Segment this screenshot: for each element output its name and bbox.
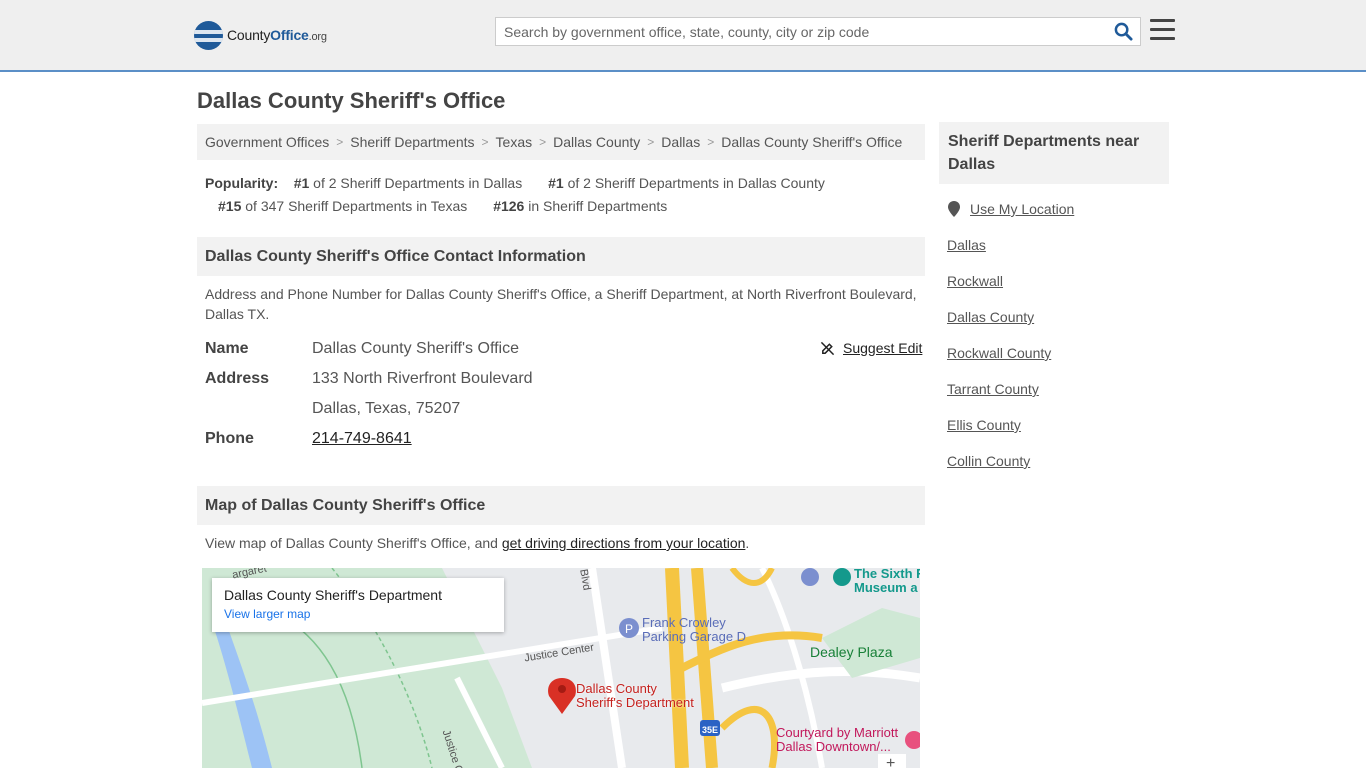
popularity-block: Popularity: #1 of 2 Sheriff Departments … — [205, 172, 925, 218]
map-poi-label: Dealey Plaza — [810, 644, 893, 660]
map-info-card: Dallas County Sheriff's Department View … — [212, 578, 504, 632]
breadcrumb-dallas[interactable]: Dallas — [661, 134, 700, 150]
map-section-heading: Map of Dallas County Sheriff's Office — [197, 486, 925, 525]
sidebar-link-dallas-county[interactable]: Dallas County — [947, 309, 1034, 325]
popularity-item: #126 in Sheriff Departments — [493, 198, 668, 214]
sidebar-heading: Sheriff Departments near Dallas — [939, 122, 1169, 184]
map-description: View map of Dallas County Sheriff's Offi… — [205, 535, 750, 551]
embedded-map[interactable]: P + Dallas County Sheriff's Department V… — [202, 568, 920, 768]
name-value: Dallas County Sheriff's Office — [312, 340, 519, 357]
use-my-location-button[interactable]: Use My Location — [948, 201, 1074, 217]
map-card-title: Dallas County Sheriff's Department — [224, 587, 442, 603]
map-poi-label: Courtyard by Marriott Dallas Downtown/..… — [776, 725, 899, 754]
sidebar-link-rockwall-county[interactable]: Rockwall County — [947, 345, 1051, 361]
search-input[interactable] — [496, 18, 1106, 45]
use-my-location-label: Use My Location — [970, 201, 1075, 217]
breadcrumb-texas[interactable]: Texas — [496, 134, 533, 150]
map-pin-label: Dallas County Sheriff's Department — [576, 681, 694, 710]
top-header: CountyOffice.org — [0, 0, 1366, 72]
logo-emblem-icon — [194, 20, 223, 50]
site-logo[interactable]: CountyOffice.org — [194, 20, 327, 50]
logo-text: CountyOffice.org — [227, 27, 327, 43]
search-button[interactable] — [1106, 18, 1140, 45]
edit-off-icon — [820, 341, 835, 355]
svg-text:+: + — [886, 755, 895, 768]
search-bar — [495, 17, 1141, 46]
sidebar-link-ellis-county[interactable]: Ellis County — [947, 417, 1021, 433]
breadcrumb-separator-icon: > — [647, 135, 655, 149]
contact-section-heading: Dallas County Sheriff's Office Contact I… — [197, 237, 925, 276]
breadcrumb-separator-icon: > — [539, 135, 547, 149]
map-poi-label: Frank Crowley Parking Garage D — [642, 615, 747, 644]
breadcrumb-separator-icon: > — [481, 135, 489, 149]
popularity-item: #1 of 2 Sheriff Departments in Dallas — [293, 175, 523, 191]
address-line-2: Dallas, Texas, 75207 — [312, 400, 461, 417]
address-line-1: 133 North Riverfront Boulevard — [312, 370, 533, 387]
suggest-edit-label: Suggest Edit — [843, 340, 923, 356]
breadcrumb-separator-icon: > — [707, 135, 715, 149]
breadcrumb-sheriff-departments[interactable]: Sheriff Departments — [350, 134, 474, 150]
view-larger-map-link[interactable]: View larger map — [224, 607, 492, 621]
phone-link[interactable]: 214-749-8641 — [312, 430, 412, 448]
breadcrumb-separator-icon: > — [336, 135, 344, 149]
search-icon — [1114, 22, 1133, 41]
breadcrumb-current: Dallas County Sheriff's Office — [721, 134, 903, 150]
breadcrumb-government-offices[interactable]: Government Offices — [205, 134, 329, 150]
map-highway-shield: 35E — [702, 725, 719, 735]
popularity-item: #15 of 347 Sheriff Departments in Texas — [218, 198, 468, 214]
svg-text:P: P — [625, 622, 633, 636]
name-label: Name — [205, 340, 249, 357]
location-pin-icon — [948, 201, 960, 217]
sidebar-link-dallas[interactable]: Dallas — [947, 237, 986, 253]
page-title: Dallas County Sheriff's Office — [197, 88, 506, 113]
sidebar-link-tarrant-county[interactable]: Tarrant County — [947, 381, 1039, 397]
sidebar-link-collin-county[interactable]: Collin County — [947, 453, 1030, 469]
breadcrumb: Government Offices > Sheriff Departments… — [197, 124, 925, 160]
breadcrumb-dallas-county[interactable]: Dallas County — [553, 134, 640, 150]
map-poi-label: The Sixth F Museum a — [854, 568, 920, 595]
driving-directions-link[interactable]: get driving directions from your locatio… — [502, 535, 746, 551]
popularity-label: Popularity: — [205, 175, 279, 191]
phone-label: Phone — [205, 430, 254, 447]
address-label: Address — [205, 370, 270, 387]
hamburger-menu-icon[interactable] — [1150, 19, 1175, 43]
sidebar-link-rockwall[interactable]: Rockwall — [947, 273, 1003, 289]
popularity-item: #1 of 2 Sheriff Departments in Dallas Co… — [548, 175, 825, 191]
contact-description: Address and Phone Number for Dallas Coun… — [205, 286, 917, 322]
suggest-edit-button[interactable]: Suggest Edit — [820, 340, 922, 356]
